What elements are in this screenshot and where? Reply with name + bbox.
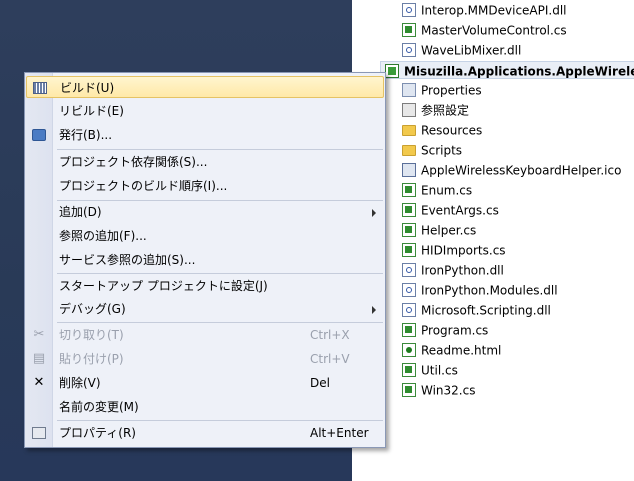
submenu-arrow-icon xyxy=(372,209,376,217)
menu-item-paste[interactable]: ▤ 貼り付け(P) Ctrl+V xyxy=(26,348,384,370)
csharp-file-icon xyxy=(402,322,416,337)
tree-item[interactable]: HIDImports.cs xyxy=(402,240,506,260)
delete-icon: ✕ xyxy=(33,375,45,390)
menu-item-build-order[interactable]: プロジェクトのビルド順序(I)... xyxy=(26,175,384,197)
tree-item[interactable]: AppleWirelessKeyboardHelper.ico xyxy=(402,160,621,180)
tree-item[interactable]: Win32.cs xyxy=(402,380,475,400)
csharp-file-icon xyxy=(402,362,416,377)
tree-item[interactable]: Resources xyxy=(402,120,482,140)
csharp-file-icon xyxy=(402,22,416,37)
scissors-icon: ✂ xyxy=(33,327,45,342)
csharp-file-icon xyxy=(402,222,416,237)
build-icon xyxy=(32,81,48,95)
menu-separator xyxy=(57,420,383,421)
tree-item[interactable]: MasterVolumeControl.cs xyxy=(402,20,567,40)
menu-separator xyxy=(57,273,383,274)
tree-item[interactable]: Properties xyxy=(402,80,482,100)
tree-item[interactable]: Interop.MMDeviceAPI.dll xyxy=(402,0,567,20)
paste-icon: ▤ xyxy=(32,351,46,366)
tree-item[interactable]: WaveLibMixer.dll xyxy=(402,40,521,60)
tree-item[interactable]: IronPython.dll xyxy=(402,260,504,280)
reference-icon xyxy=(402,282,416,297)
menu-separator xyxy=(57,149,383,150)
menu-item-build[interactable]: ビルド(U) xyxy=(26,76,384,98)
menu-item-set-startup-project[interactable]: スタートアップ プロジェクトに設定(J) xyxy=(26,275,384,297)
menu-item-properties[interactable]: プロパティ(R) Alt+Enter xyxy=(26,422,384,444)
menu-item-delete[interactable]: ✕ 削除(V) Del xyxy=(26,372,384,394)
solution-explorer-panel: Interop.MMDeviceAPI.dll MasterVolumeCont… xyxy=(352,0,634,481)
tree-item[interactable]: Readme.html xyxy=(402,340,501,360)
tree-project-node[interactable]: Misuzilla.Applications.AppleWireles xyxy=(380,61,634,79)
menu-item-add[interactable]: 追加(D) xyxy=(26,201,384,223)
reference-icon xyxy=(402,42,416,57)
menu-item-publish[interactable]: 発行(B)... xyxy=(26,124,384,146)
menu-item-project-dependencies[interactable]: プロジェクト依存関係(S)... xyxy=(26,151,384,173)
csharp-project-icon xyxy=(385,63,399,78)
tree-item[interactable]: EventArgs.cs xyxy=(402,200,499,220)
tree-item[interactable]: Program.cs xyxy=(402,320,488,340)
tree-item[interactable]: Enum.cs xyxy=(402,180,472,200)
tree-item[interactable]: Util.cs xyxy=(402,360,458,380)
tree-item[interactable]: Helper.cs xyxy=(402,220,476,240)
references-icon xyxy=(402,102,416,117)
submenu-arrow-icon xyxy=(372,306,376,314)
context-menu: ビルド(U) リビルド(E) 発行(B)... プロジェクト依存関係(S)...… xyxy=(24,72,386,448)
tree-item[interactable]: 参照設定 xyxy=(402,100,469,120)
ico-file-icon xyxy=(402,162,416,177)
tree-item[interactable]: IronPython.Modules.dll xyxy=(402,280,558,300)
tree-item[interactable]: Microsoft.Scripting.dll xyxy=(402,300,551,320)
folder-icon xyxy=(402,125,416,136)
csharp-file-icon xyxy=(402,202,416,217)
menu-item-rebuild[interactable]: リビルド(E) xyxy=(26,100,384,122)
html-file-icon xyxy=(402,342,416,357)
menu-item-add-reference[interactable]: 参照の追加(F)... xyxy=(26,225,384,247)
csharp-file-icon xyxy=(402,382,416,397)
menu-item-debug[interactable]: デバッグ(G) xyxy=(26,298,384,320)
reference-icon xyxy=(402,2,416,17)
csharp-file-icon xyxy=(402,182,416,197)
publish-icon xyxy=(31,128,47,142)
reference-icon xyxy=(402,262,416,277)
menu-item-rename[interactable]: 名前の変更(M) xyxy=(26,396,384,418)
properties-icon xyxy=(402,82,416,97)
properties-icon xyxy=(31,426,47,440)
folder-icon xyxy=(402,145,416,156)
reference-icon xyxy=(402,302,416,317)
menu-item-add-service-reference[interactable]: サービス参照の追加(S)... xyxy=(26,249,384,271)
menu-item-cut[interactable]: ✂ 切り取り(T) Ctrl+X xyxy=(26,324,384,346)
tree-item[interactable]: Scripts xyxy=(402,140,462,160)
csharp-file-icon xyxy=(402,242,416,257)
menu-separator xyxy=(57,322,383,323)
